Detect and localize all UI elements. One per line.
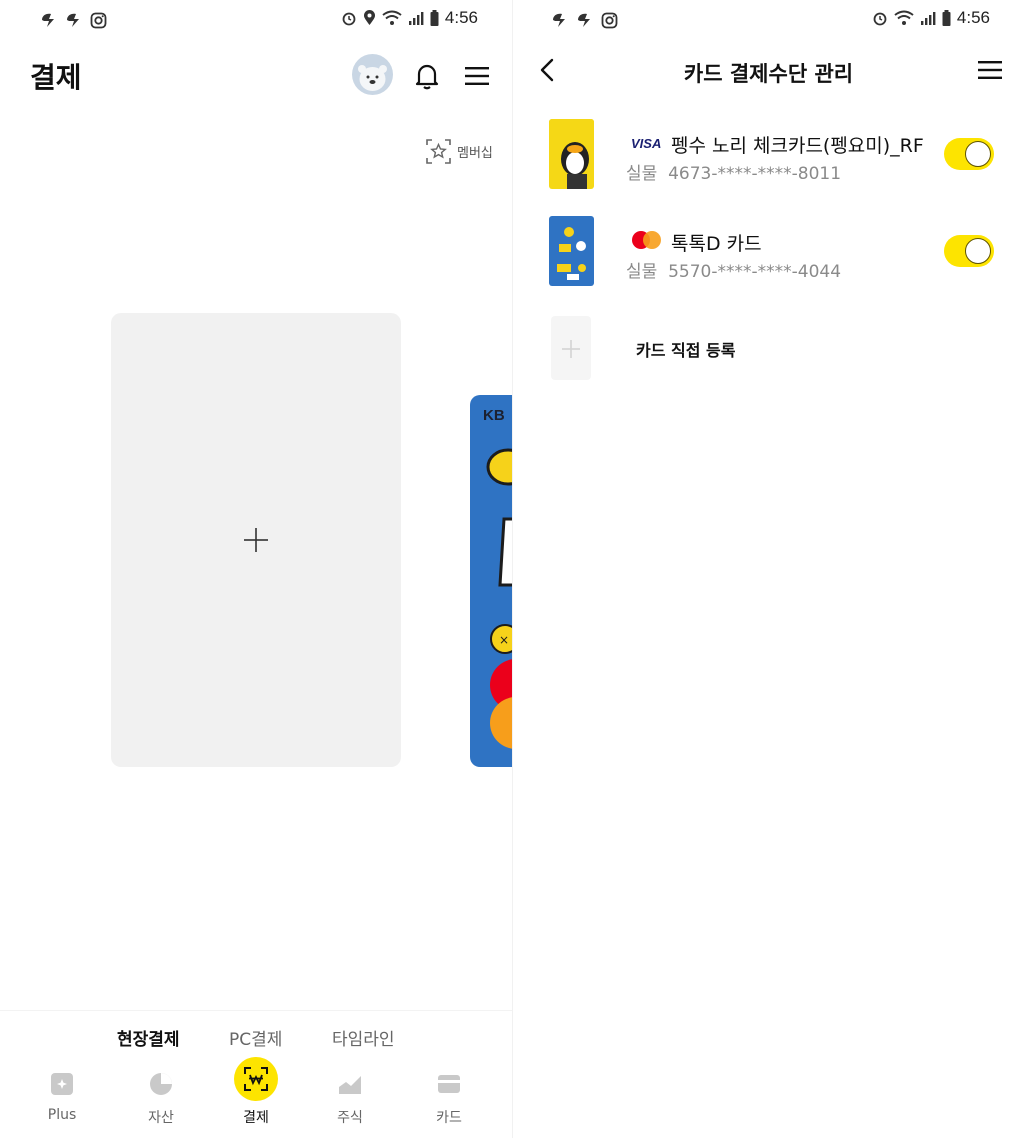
nav-item-card[interactable]: 카드 [414, 1067, 484, 1127]
card-list-item[interactable]: 톡톡D 카드 실물 5570-****-****-4044 [513, 212, 1024, 292]
card-art-illustration: × × [486, 448, 512, 749]
card-payment-management-screen: 4:56 카드 결제수단 관리 VISA 펭수 노리 체크카드(펭요미)_RF … [513, 0, 1024, 1138]
plus-sparkle-icon [51, 1073, 73, 1095]
status-bar: 4:56 [513, 0, 1024, 42]
svg-text:VISA: VISA [631, 136, 661, 150]
menu-icon[interactable] [465, 66, 489, 86]
bottom-navigation: 현장결제 PC결제 타임라인 Plus 자산 결제 주식 카드 [0, 1010, 512, 1138]
bell-icon[interactable] [414, 62, 440, 90]
nav-label-card: 카드 [436, 1110, 462, 1126]
clock-time: 4:56 [956, 8, 990, 27]
next-card-preview[interactable]: KB × × [470, 395, 512, 767]
instagram-icon [90, 12, 107, 28]
status-bar: 4:56 [0, 0, 512, 42]
membership-label: 멤버십 [457, 146, 493, 161]
toggle-knob [965, 141, 991, 167]
register-card-label: 카드 직접 등록 [636, 341, 736, 360]
toggle-knob [965, 238, 991, 264]
alarm-icon [873, 12, 887, 26]
card-enable-toggle[interactable] [944, 235, 994, 267]
instagram-icon [601, 12, 618, 28]
nav-item-stocks[interactable]: 주식 [315, 1067, 385, 1127]
clock-time: 4:56 [444, 8, 478, 27]
nav-item-plus[interactable]: Plus [27, 1067, 97, 1123]
talk-notification-icon [578, 13, 590, 27]
talk-notification-icon [553, 13, 565, 27]
card-number: 실물 4673-****-****-8011 [626, 159, 841, 184]
talktalk-card-art [557, 227, 586, 280]
talktalk-card-thumbnail [549, 216, 594, 286]
card-number-value: 5570-****-****-4044 [668, 262, 842, 282]
penguin-card-art [549, 119, 594, 189]
tab-onsite-payment[interactable]: 현장결제 [117, 1025, 180, 1050]
payment-home-screen: 4:56 결제 멤버십 KB × × 현장결제 PC결제 타임라인 Plus 자… [0, 0, 512, 1138]
talk-notification-icon [67, 13, 79, 27]
plus-icon [562, 340, 580, 358]
alarm-icon [342, 12, 356, 26]
card-icon [438, 1075, 460, 1093]
nav-label-plus: Plus [47, 1107, 77, 1123]
page-title: 결제 [30, 61, 82, 94]
card-enable-toggle[interactable] [944, 138, 994, 170]
pay-won-icon [244, 1067, 268, 1091]
card-name: 톡톡D 카드 [671, 233, 762, 255]
card-number: 실물 5570-****-****-4044 [626, 257, 841, 282]
card-type-label: 실물 [626, 164, 658, 184]
svg-text:× ×: × × [499, 633, 512, 647]
talk-notification-icon [42, 13, 54, 27]
wifi-icon [894, 10, 914, 25]
card-list-item[interactable]: VISA 펭수 노리 체크카드(펭요미)_RF 실물 4673-****-***… [513, 114, 1024, 194]
signal-icon [920, 12, 936, 25]
star-frame-icon [426, 139, 451, 164]
stock-chart-icon [339, 1076, 361, 1094]
nav-item-assets[interactable]: 자산 [126, 1067, 196, 1127]
plus-icon [244, 528, 268, 552]
tab-timeline[interactable]: 타임라인 [332, 1025, 395, 1050]
card-type-label: 실물 [626, 262, 658, 282]
battery-icon [430, 10, 439, 26]
card-number-value: 4673-****-****-8011 [668, 164, 842, 184]
menu-icon[interactable] [978, 60, 1002, 80]
visa-logo-icon: VISA [631, 136, 661, 150]
battery-icon [942, 10, 951, 26]
penguin-card-thumbnail [549, 119, 594, 189]
add-card-placeholder [551, 316, 591, 380]
wifi-icon [382, 10, 402, 25]
nav-label-assets: 자산 [148, 1110, 174, 1126]
nav-label-stocks: 주식 [337, 1110, 363, 1126]
bear-avatar-icon [358, 65, 387, 91]
signal-icon [408, 12, 424, 25]
add-card-slot[interactable] [111, 313, 401, 767]
location-icon [363, 10, 375, 25]
nav-item-payment[interactable]: 결제 [221, 1057, 291, 1127]
bottom-nav-bar: Plus 자산 결제 주식 카드 [0, 1057, 512, 1138]
nav-label-payment: 결제 [243, 1110, 269, 1126]
register-card-button[interactable]: 카드 직접 등록 [513, 312, 1024, 382]
card-name: 펭수 노리 체크카드(펭요미)_RF [671, 135, 924, 157]
tab-pc-payment[interactable]: PC결제 [229, 1025, 282, 1050]
pie-chart-icon [150, 1073, 172, 1095]
mastercard-logo-icon [632, 231, 661, 249]
page-title: 카드 결제수단 관리 [683, 62, 854, 86]
avatar[interactable] [352, 54, 393, 95]
membership-button[interactable]: 멤버십 [426, 139, 493, 164]
